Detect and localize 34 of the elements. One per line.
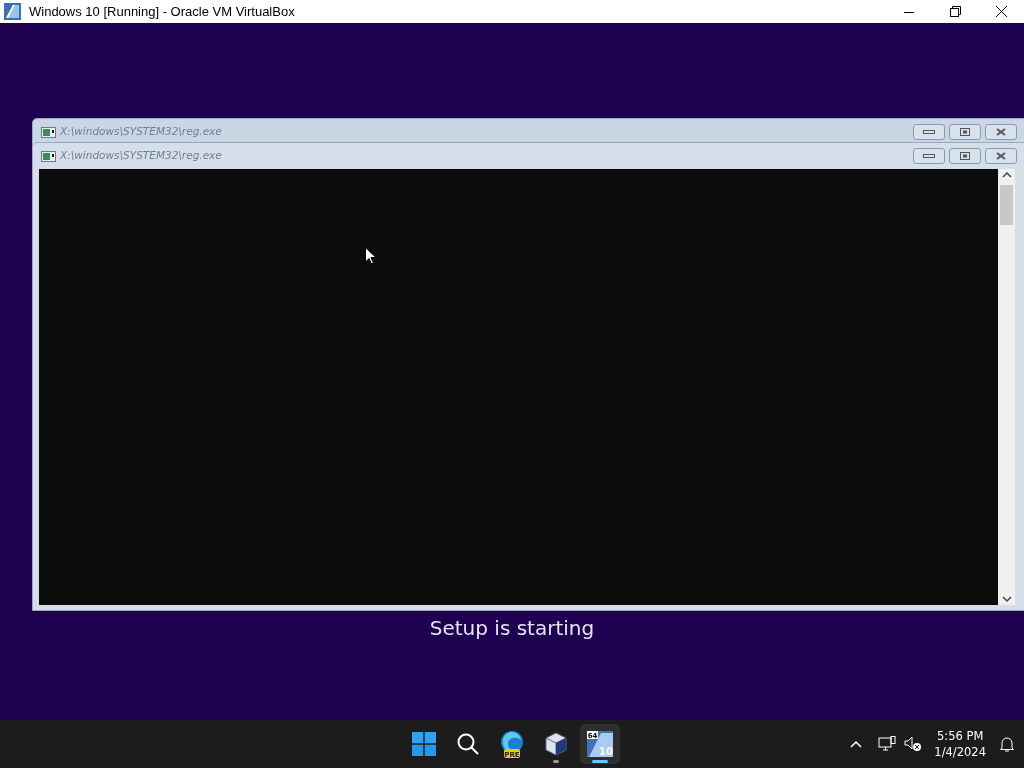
- scrollbar-thumb[interactable]: [1000, 185, 1013, 225]
- minimize-button[interactable]: [913, 148, 945, 164]
- windows-logo-icon: [412, 732, 436, 756]
- label-text: 10: [599, 746, 613, 757]
- search-icon: [456, 732, 480, 756]
- scrollbar[interactable]: [998, 169, 1015, 605]
- scroll-down-icon[interactable]: [1001, 593, 1012, 605]
- notification-bell-icon[interactable]: [998, 735, 1016, 753]
- clock-date[interactable]: 1/4/2024: [934, 744, 986, 760]
- minimize-button[interactable]: [913, 124, 945, 140]
- close-button[interactable]: [985, 148, 1017, 164]
- restore-icon: [949, 6, 961, 17]
- maximize-icon: [960, 128, 970, 136]
- status-text: Setup is starting: [429, 616, 595, 640]
- close-button[interactable]: [985, 124, 1017, 140]
- minimize-icon: [923, 154, 935, 158]
- mouse-cursor-icon: [365, 247, 377, 265]
- clock-time[interactable]: 5:56 PM: [934, 728, 986, 744]
- close-icon: [995, 6, 1007, 17]
- maximize-button[interactable]: [949, 148, 981, 164]
- window-title: Windows 10 [Running] - Oracle VM VirtualBox: [29, 2, 295, 21]
- close-icon: [996, 128, 1006, 136]
- close-icon: [996, 152, 1006, 160]
- speaker-muted-icon[interactable]: [904, 736, 923, 752]
- console-icon: [41, 126, 56, 138]
- console-title: X:\windows\SYSTEM32\reg.exe: [60, 148, 222, 164]
- maximize-icon: [960, 152, 970, 160]
- minimize-icon: [923, 130, 935, 134]
- virtualbox-icon: [4, 3, 21, 20]
- console-icon: [41, 150, 56, 162]
- network-icon[interactable]: [878, 735, 897, 753]
- cube-icon: [544, 732, 568, 756]
- console-title: X:\windows\SYSTEM32\reg.exe: [60, 124, 222, 140]
- maximize-button[interactable]: [949, 124, 981, 140]
